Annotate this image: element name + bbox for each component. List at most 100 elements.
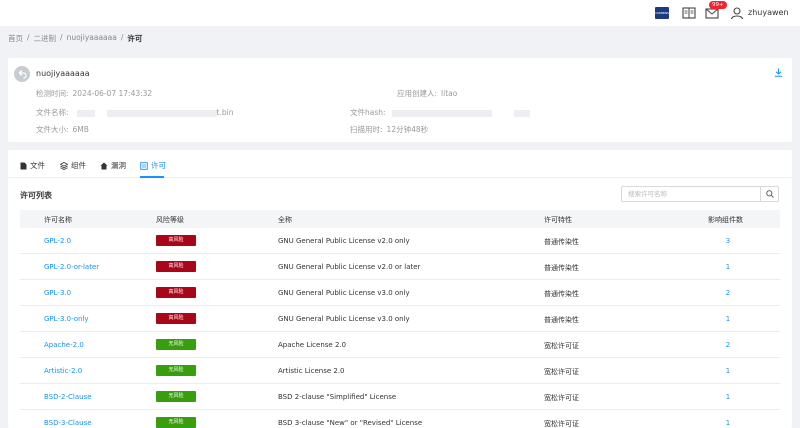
brand-logo-text: CUMMINS 康明斯 [655, 11, 669, 27]
license-icon [140, 161, 148, 170]
redacted-mask [513, 109, 530, 117]
affected-count-link[interactable]: 2 [718, 341, 738, 349]
active-tab-indicator [140, 176, 164, 178]
download-icon[interactable] [774, 68, 783, 79]
tab-label: 漏洞 [111, 161, 126, 170]
license-name-link[interactable]: GPL-3.0 [44, 289, 71, 297]
book-icon[interactable] [682, 6, 696, 20]
tab-label: 组件 [71, 161, 86, 170]
license-name-link[interactable]: Artistic-2.0 [44, 367, 82, 375]
search-icon [766, 190, 774, 198]
breadcrumb-separator: / [60, 33, 63, 42]
license-full-name: BSD 2-clause "Simplified" License [278, 393, 397, 401]
tab-components[interactable]: 组件 [60, 160, 86, 171]
affected-count-link[interactable]: 1 [718, 419, 738, 427]
license-full-name: Apache License 2.0 [278, 341, 347, 349]
search-input[interactable] [622, 187, 760, 201]
breadcrumb-current: 许可 [127, 34, 143, 43]
risk-badge: 无风险 [156, 417, 196, 428]
home-icon [100, 162, 108, 169]
redacted-mask [391, 109, 492, 117]
project-info-card: nuojiyaaaaaa 检测时间: 2024-06-07 17:43:32 应用… [8, 58, 792, 142]
risk-badge: 高风险 [156, 235, 196, 246]
table-row: BSD-2-Clause 无风险 BSD 2-clause "Simplifie… [20, 384, 780, 410]
field-scan-duration: 扫描用时: 12分钟48秒 [350, 125, 429, 134]
license-full-name: GNU General Public License v3.0 only [278, 289, 410, 297]
license-feature: 普通传染性 [544, 316, 579, 324]
license-name-link[interactable]: GPL-2.0 [44, 237, 71, 245]
user-icon[interactable] [730, 6, 744, 20]
section-title: 许可列表 [20, 191, 52, 200]
breadcrumb-home[interactable]: 首页 [8, 33, 23, 43]
tab-bar: 文件 组件 漏洞 许可 [8, 150, 792, 178]
tab-label: 许可 [151, 161, 166, 170]
table-row: Apache-2.0 无风险 Apache License 2.0 宽松许可证 … [20, 332, 780, 358]
notification-badge: 99+ [709, 1, 727, 9]
search-button[interactable] [760, 187, 778, 201]
brand-logo[interactable]: CUMMINS 康明斯 [655, 7, 669, 27]
risk-badge: 无风险 [156, 339, 196, 350]
back-button[interactable] [14, 66, 30, 82]
license-name-link[interactable]: BSD-3-Clause [44, 419, 92, 427]
column-header[interactable]: 许可特性 [544, 215, 572, 225]
affected-count-link[interactable]: 1 [718, 367, 738, 375]
risk-badge: 高风险 [156, 313, 196, 324]
license-full-name: BSD 3-clause "New" or "Revised" License [278, 419, 423, 427]
license-card: 文件 组件 漏洞 许可 许可列表 许可名称 风险等级 全称 许可特性 影响组件数 [8, 150, 792, 428]
table-row: GPL-3.0-only 高风险 GNU General Public Lice… [20, 306, 780, 332]
breadcrumb-separator: / [27, 33, 30, 42]
field-creator: 应用创建人: litao [397, 89, 458, 98]
affected-count-link[interactable]: 2 [718, 289, 738, 297]
license-full-name: GNU General Public License v3.0 only [278, 315, 410, 323]
top-bar: CUMMINS 康明斯 99+ zhuyawen [0, 0, 800, 27]
affected-count-link[interactable]: 3 [718, 237, 738, 245]
redacted-mask [106, 109, 217, 117]
license-feature: 普通传染性 [544, 290, 579, 298]
license-name-link[interactable]: GPL-3.0-only [44, 315, 89, 323]
risk-badge: 高风险 [156, 287, 196, 298]
table-row: GPL-2.0-or-later 高风险 GNU General Public … [20, 254, 780, 280]
component-icon [60, 161, 68, 170]
risk-badge: 无风险 [156, 365, 196, 376]
affected-count-link[interactable]: 1 [718, 263, 738, 271]
column-header[interactable]: 风险等级 [156, 215, 184, 225]
risk-badge: 高风险 [156, 261, 196, 272]
table-row: BSD-3-Clause 无风险 BSD 3-clause "New" or "… [20, 410, 780, 428]
field-file-name: 文件名称: t.bin [36, 108, 234, 117]
license-name-link[interactable]: BSD-2-Clause [44, 393, 92, 401]
license-feature: 普通传染性 [544, 238, 579, 246]
redacted-mask [76, 109, 95, 117]
username[interactable]: zhuyawen [748, 8, 789, 17]
license-feature: 宽松许可证 [544, 368, 579, 376]
risk-badge: 无风险 [156, 391, 196, 402]
license-full-name: GNU General Public License v2.0 only [278, 237, 410, 245]
breadcrumb: 首页 / 二进制 / nuojiyaaaaaa / 许可 [8, 33, 142, 43]
column-header[interactable]: 影响组件数 [708, 215, 743, 225]
license-feature: 宽松许可证 [544, 342, 579, 350]
project-name: nuojiyaaaaaa [36, 69, 90, 78]
affected-count-link[interactable]: 1 [718, 315, 738, 323]
license-name-link[interactable]: GPL-2.0-or-later [44, 263, 99, 271]
back-arrow-icon [18, 70, 27, 79]
breadcrumb-separator: / [120, 33, 124, 42]
license-feature: 宽松许可证 [544, 420, 579, 428]
column-header[interactable]: 全称 [278, 215, 292, 225]
tab-label: 文件 [30, 161, 45, 170]
field-scan-time: 检测时间: 2024-06-07 17:43:32 [36, 89, 153, 98]
breadcrumb-binary[interactable]: 二进制 [34, 33, 57, 43]
table-row: GPL-3.0 高风险 GNU General Public License v… [20, 280, 780, 306]
affected-count-link[interactable]: 1 [718, 393, 738, 401]
table-header: 许可名称 风险等级 全称 许可特性 影响组件数 [20, 210, 780, 228]
field-file-hash: 文件hash: [350, 107, 534, 118]
field-file-size: 文件大小: 6MB [36, 125, 89, 134]
tab-files[interactable]: 文件 [20, 160, 45, 171]
tab-license[interactable]: 许可 [140, 160, 166, 171]
tab-vulnerabilities[interactable]: 漏洞 [100, 160, 126, 171]
table-row: Artistic-2.0 无风险 Artistic License 2.0 宽松… [20, 358, 780, 384]
column-header[interactable]: 许可名称 [44, 215, 72, 225]
search-box [621, 186, 779, 202]
license-feature: 宽松许可证 [544, 394, 579, 402]
breadcrumb-project[interactable]: nuojiyaaaaaa [67, 33, 117, 43]
license-full-name: Artistic License 2.0 [278, 367, 345, 375]
license-name-link[interactable]: Apache-2.0 [44, 341, 84, 349]
